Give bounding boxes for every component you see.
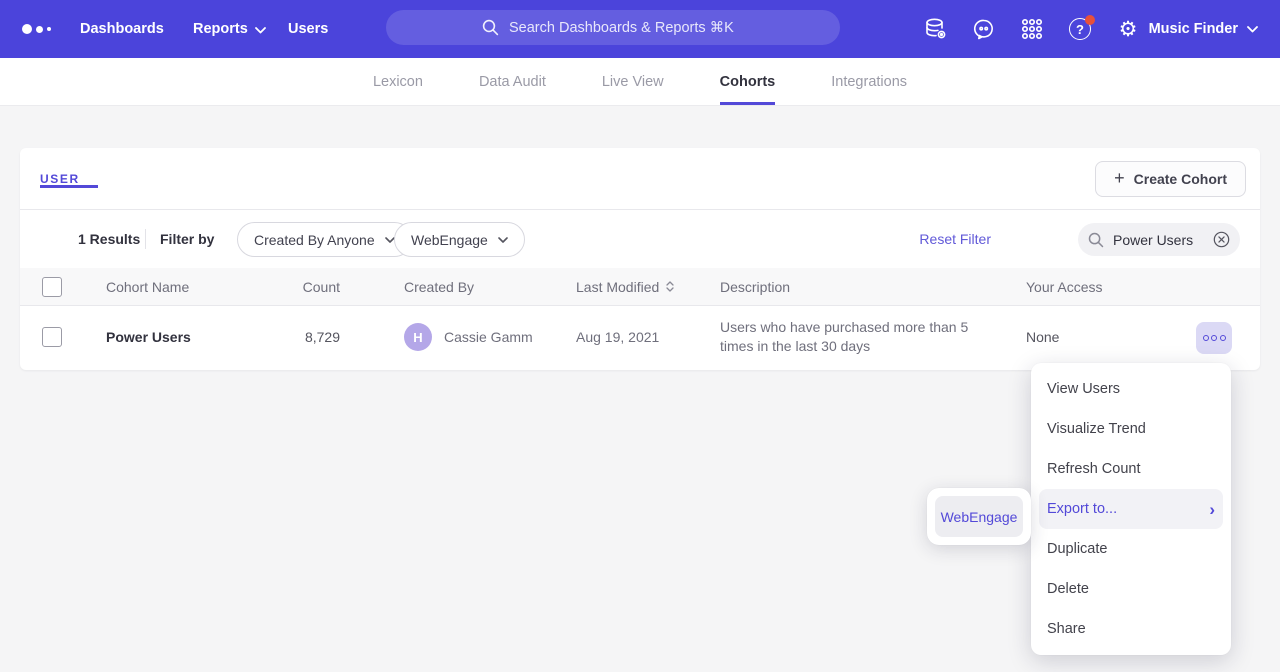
chevron-down-icon: [255, 27, 266, 34]
tab-live-view[interactable]: Live View: [602, 58, 664, 105]
row-actions-button[interactable]: [1196, 322, 1232, 354]
column-header-created-by[interactable]: Created By: [404, 268, 474, 305]
nav-dashboards[interactable]: Dashboards: [80, 0, 164, 58]
created-by-filter-value: Created By Anyone: [254, 232, 375, 248]
chevron-right-icon: ›: [1209, 501, 1215, 518]
global-search-input[interactable]: [509, 20, 744, 36]
table-row[interactable]: Power Users 8,729 H Cassie Gamm Aug 19, …: [20, 306, 1260, 368]
reset-filter-link[interactable]: Reset Filter: [919, 231, 991, 247]
row-actions-menu: View Users Visualize Trend Refresh Count…: [1031, 363, 1231, 655]
messages-icon[interactable]: [960, 0, 1008, 58]
cohort-search-input[interactable]: [1113, 232, 1201, 248]
navbar-icon-group: ? ⚙: [912, 0, 1152, 58]
count-cell: 8,729: [260, 306, 340, 368]
panel-header: USER + Create Cohort: [20, 148, 1260, 210]
gear-glyph: ⚙: [1119, 19, 1138, 40]
filter-by-label: Filter by: [160, 231, 214, 247]
column-header-your-access[interactable]: Your Access: [1026, 268, 1103, 305]
apps-grid-icon[interactable]: [1008, 0, 1056, 58]
integration-filter-value: WebEngage: [411, 232, 488, 248]
mixpanel-logo-icon[interactable]: [22, 0, 51, 58]
cohorts-panel: USER + Create Cohort 1 Results Filter by…: [20, 148, 1260, 370]
menu-item-view-users[interactable]: View Users: [1031, 369, 1231, 409]
create-cohort-button[interactable]: + Create Cohort: [1095, 161, 1246, 197]
menu-item-share[interactable]: Share: [1031, 609, 1231, 649]
menu-item-refresh-count[interactable]: Refresh Count: [1031, 449, 1231, 489]
tab-cohorts[interactable]: Cohorts: [720, 58, 776, 105]
sort-icon[interactable]: [666, 281, 674, 292]
last-modified-label: Last Modified: [576, 279, 659, 295]
workspace-name: Music Finder: [1149, 21, 1238, 37]
notification-badge: [1085, 15, 1095, 25]
cohort-search[interactable]: [1078, 223, 1240, 256]
description-text: Users who have purchased more than 5 tim…: [720, 318, 976, 356]
global-search[interactable]: [386, 10, 840, 45]
settings-icon[interactable]: ⚙: [1104, 0, 1152, 58]
clear-search-icon[interactable]: [1213, 231, 1230, 248]
export-to-label: Export to...: [1047, 501, 1117, 517]
column-header-cohort-name[interactable]: Cohort Name: [106, 268, 189, 305]
tab-integrations[interactable]: Integrations: [831, 58, 907, 105]
section-tabs: Lexicon Data Audit Live View Cohorts Int…: [0, 58, 1280, 106]
divider: [145, 229, 146, 249]
cohort-name-cell[interactable]: Power Users: [106, 306, 191, 368]
your-access-cell: None: [1026, 306, 1059, 368]
chevron-down-icon: [498, 237, 508, 243]
screen: Dashboards Reports Users: [0, 0, 1280, 672]
chevron-down-icon: [1247, 26, 1258, 33]
nav-dashboards-label: Dashboards: [80, 21, 164, 37]
tab-data-audit[interactable]: Data Audit: [479, 58, 546, 105]
column-header-count[interactable]: Count: [260, 268, 340, 305]
user-tab-label: USER: [40, 172, 80, 186]
menu-item-duplicate[interactable]: Duplicate: [1031, 529, 1231, 569]
row-checkbox[interactable]: [42, 327, 62, 347]
search-icon: [482, 19, 499, 36]
results-count: 1 Results: [78, 231, 140, 247]
help-icon[interactable]: ?: [1056, 0, 1104, 58]
menu-item-visualize-trend[interactable]: Visualize Trend: [1031, 409, 1231, 449]
nav-reports[interactable]: Reports: [193, 0, 266, 58]
export-submenu: WebEngage: [927, 488, 1031, 545]
last-modified-cell: Aug 19, 2021: [576, 306, 659, 368]
created-by-filter-dropdown[interactable]: Created By Anyone: [237, 222, 412, 257]
tab-user-cohorts[interactable]: USER: [40, 172, 80, 186]
data-management-icon[interactable]: [912, 0, 960, 58]
select-all-checkbox[interactable]: [42, 277, 62, 297]
nav-users-label: Users: [288, 21, 328, 37]
avatar: H: [404, 323, 432, 351]
plus-icon: +: [1114, 169, 1125, 187]
create-cohort-label: Create Cohort: [1134, 171, 1227, 187]
submenu-item-webengage[interactable]: WebEngage: [935, 496, 1023, 537]
column-header-last-modified[interactable]: Last Modified: [576, 268, 674, 305]
menu-item-delete[interactable]: Delete: [1031, 569, 1231, 609]
nav-users[interactable]: Users: [288, 0, 328, 58]
table-header-row: Cohort Name Count Created By Last Modifi…: [20, 268, 1260, 306]
top-navbar: Dashboards Reports Users: [0, 0, 1280, 58]
search-icon: [1088, 232, 1104, 248]
filter-bar: 1 Results Filter by Created By Anyone We…: [20, 210, 1260, 268]
integration-filter-dropdown[interactable]: WebEngage: [394, 222, 525, 257]
active-tab-underline: [40, 185, 98, 188]
column-header-description[interactable]: Description: [720, 268, 976, 305]
nav-reports-label: Reports: [193, 21, 248, 37]
description-cell: Users who have purchased more than 5 tim…: [720, 306, 976, 368]
workspace-switcher[interactable]: Music Finder: [1149, 0, 1262, 58]
tab-lexicon[interactable]: Lexicon: [373, 58, 423, 105]
creator-name: Cassie Gamm: [444, 329, 533, 345]
created-by-cell: H Cassie Gamm: [404, 306, 533, 368]
menu-item-export-to[interactable]: Export to... ›: [1039, 489, 1223, 529]
